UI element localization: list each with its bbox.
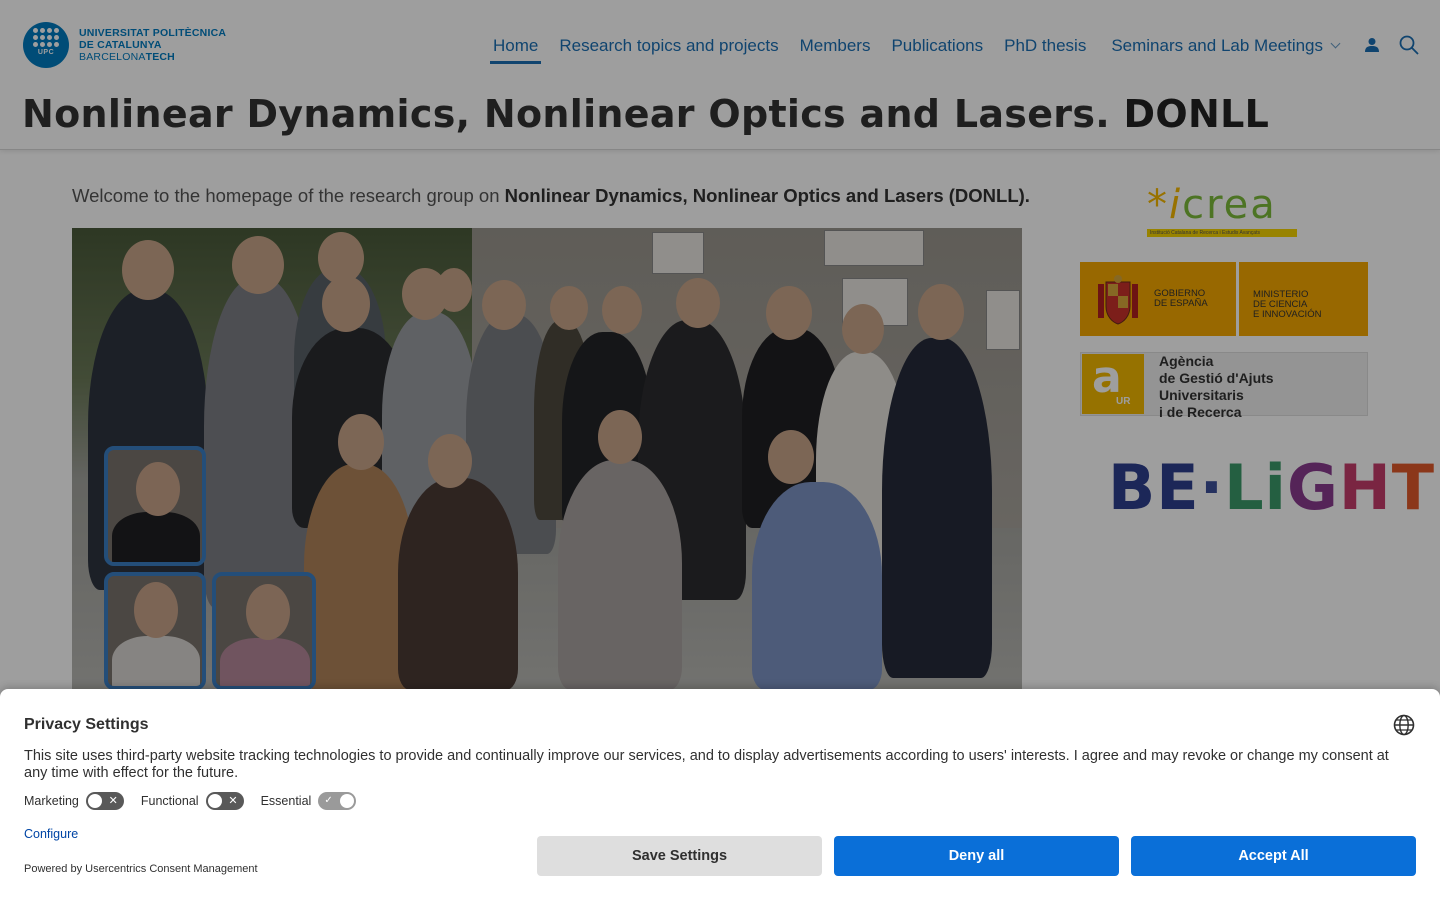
check-icon: ✓ (324, 795, 333, 806)
x-icon: ✕ (228, 795, 238, 807)
toggle-essential-label: Essential (260, 794, 312, 808)
toggle-marketing-label: Marketing (24, 794, 79, 808)
toggle-functional-label: Functional (140, 794, 199, 808)
powered-by-text: Powered by Usercentrics Consent Manageme… (24, 863, 258, 875)
toggle-essential: Essential ✓ (261, 792, 357, 810)
x-icon: ✕ (108, 795, 118, 807)
accept-all-button[interactable]: Accept All (1131, 836, 1416, 876)
globe-icon[interactable] (1393, 714, 1415, 736)
functional-switch[interactable]: ✕ (205, 792, 244, 810)
privacy-settings-title: Privacy Settings (24, 716, 149, 733)
save-settings-button[interactable]: Save Settings (537, 836, 822, 876)
essential-switch: ✓ (318, 792, 357, 810)
toggle-functional: Functional ✕ (141, 792, 244, 810)
deny-all-button[interactable]: Deny all (834, 836, 1119, 876)
configure-link[interactable]: Configure (24, 827, 78, 841)
marketing-switch[interactable]: ✕ (85, 792, 124, 810)
privacy-settings-description: This site uses third-party website track… (24, 748, 1389, 781)
privacy-settings-banner: Privacy Settings This site uses third-pa… (0, 689, 1440, 900)
toggle-marketing: Marketing ✕ (24, 792, 124, 810)
consent-toggles: Marketing ✕ Functional ✕ Essential ✓ (24, 792, 373, 810)
